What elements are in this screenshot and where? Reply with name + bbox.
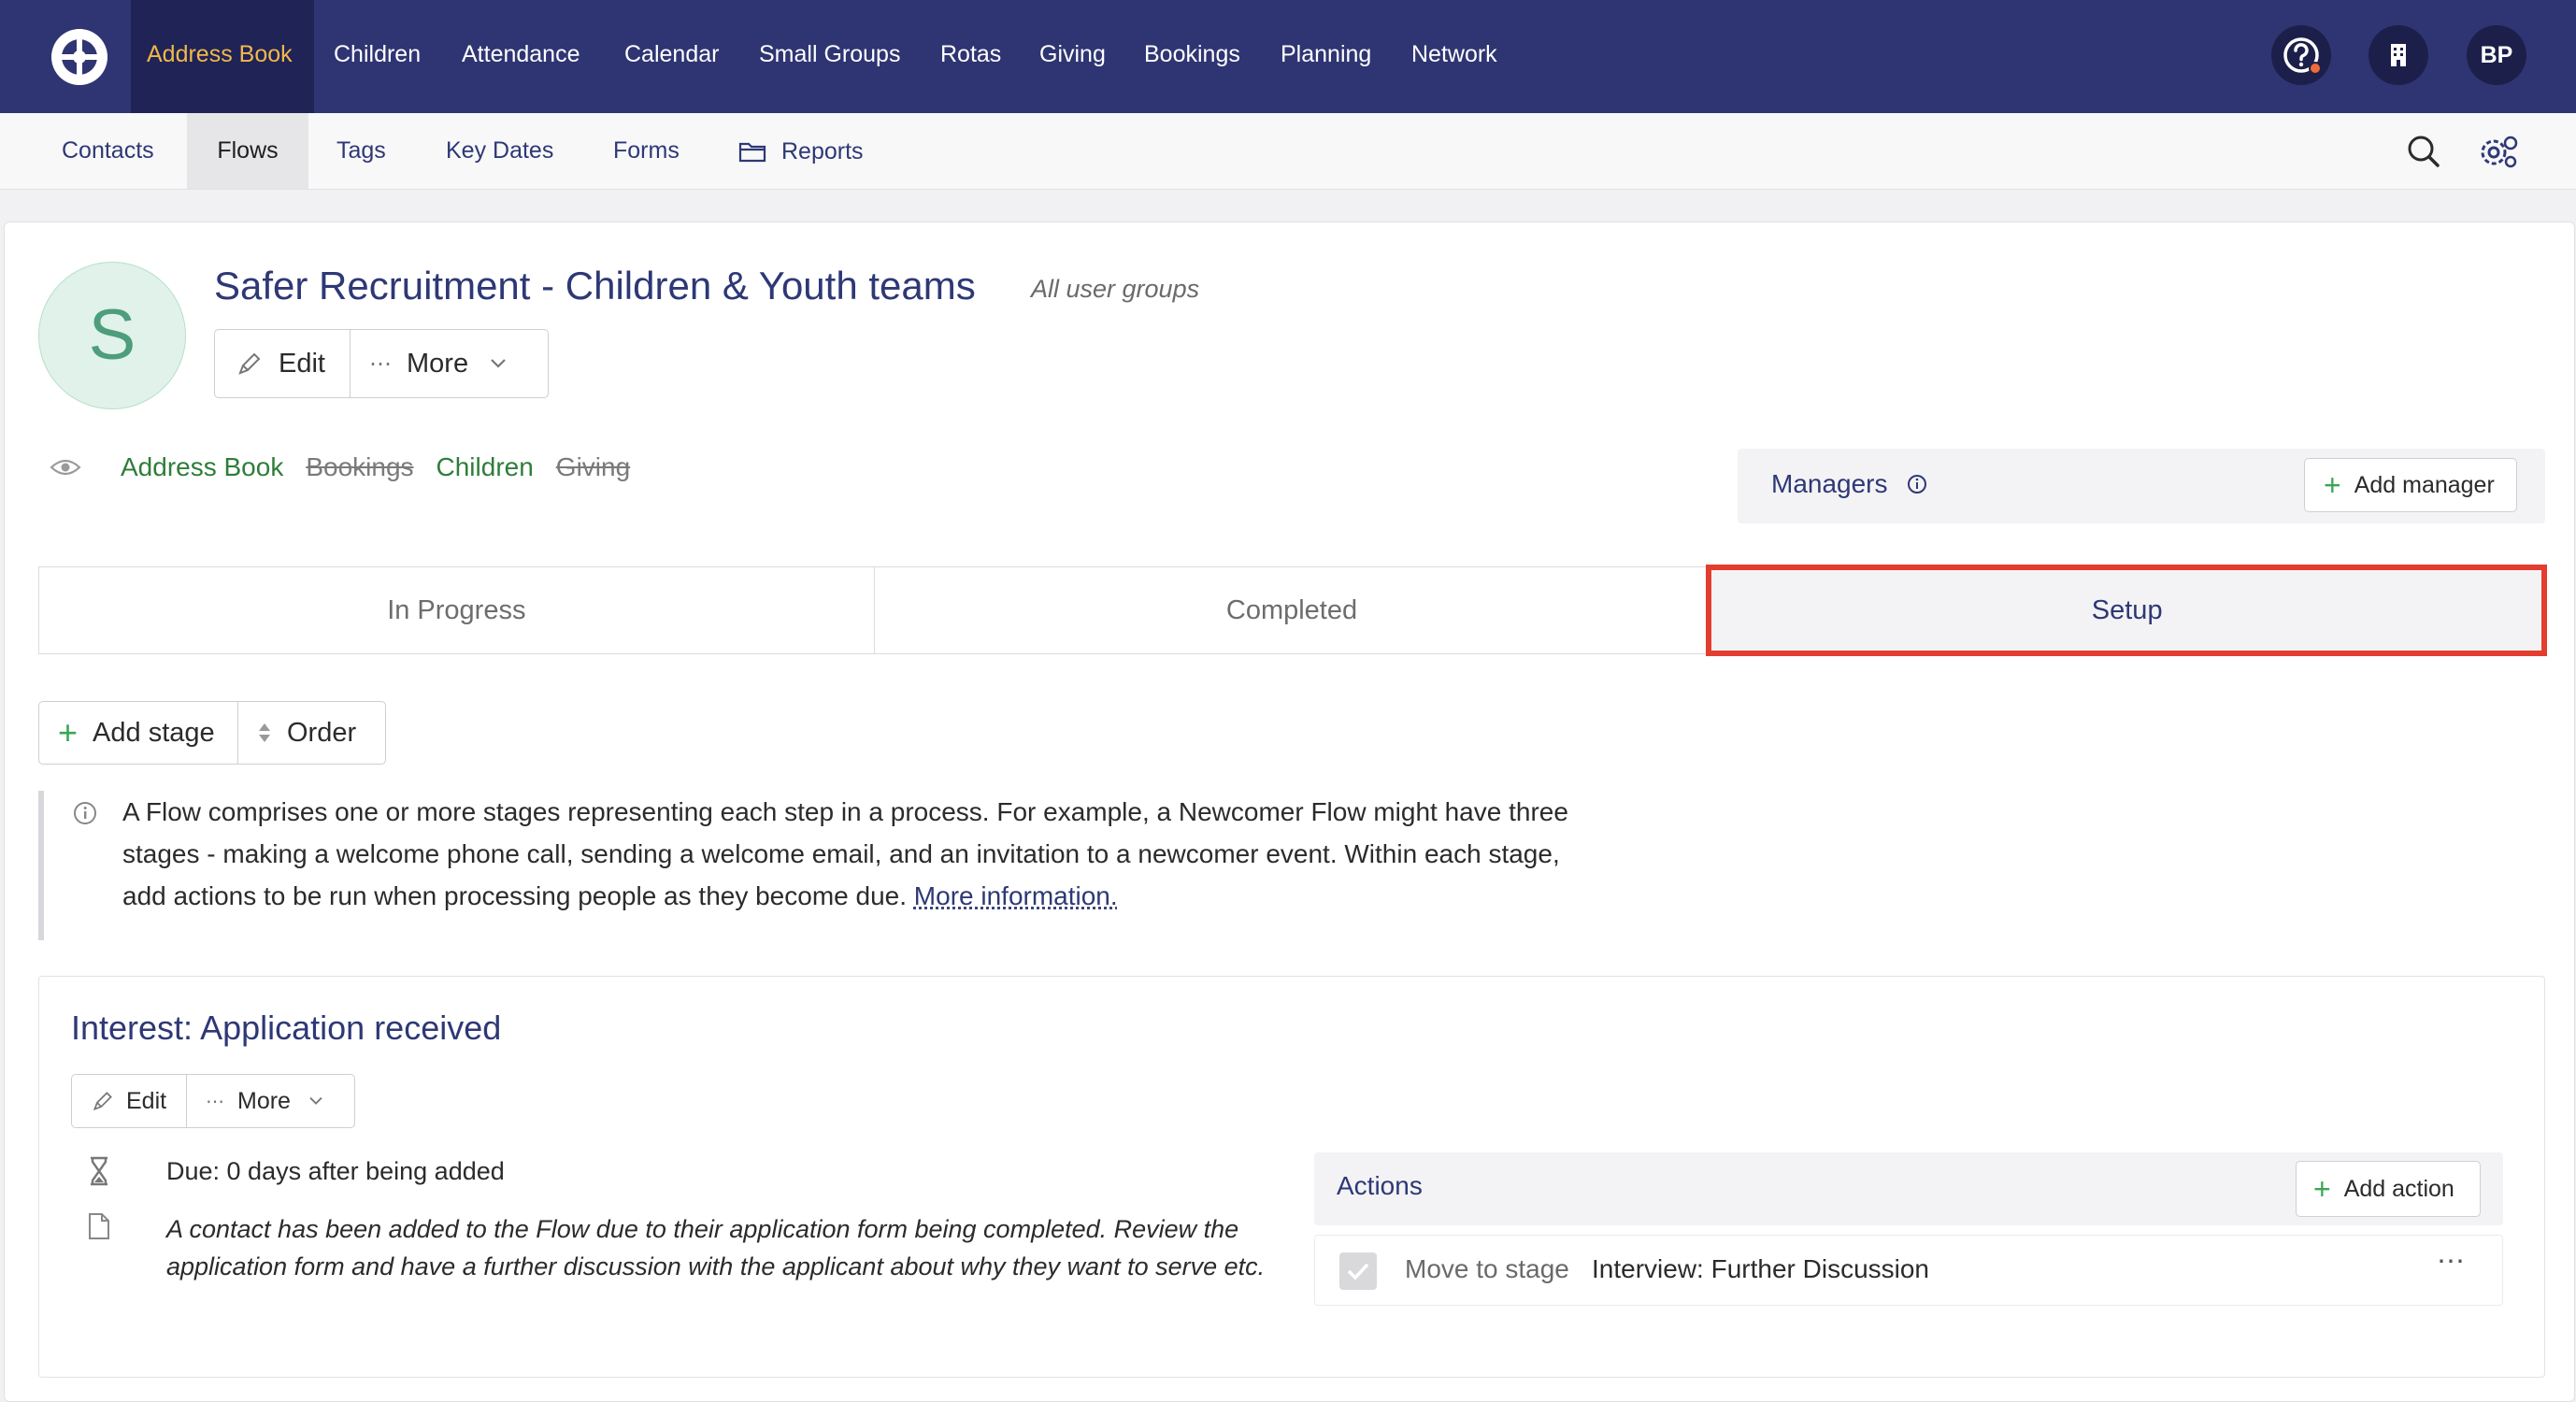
add-manager-button[interactable]: + Add manager xyxy=(2304,458,2517,512)
action-target: Interview: Further Discussion xyxy=(1592,1254,1930,1283)
building-icon xyxy=(2391,44,2406,66)
stage-description: A contact has been added to the Flow due… xyxy=(88,1210,1303,1285)
nav-rotas[interactable]: Rotas xyxy=(940,0,1001,113)
stage-title: Interest: Application received xyxy=(71,1009,502,1047)
page-title: Safer Recruitment - Children & Youth tea… xyxy=(214,264,976,308)
nav-giving[interactable]: Giving xyxy=(1039,0,1106,113)
tab-completed[interactable]: Completed xyxy=(873,567,1710,653)
nav-calendar[interactable]: Calendar xyxy=(624,0,719,113)
more-label: More xyxy=(407,348,469,379)
module-children: Children xyxy=(436,452,534,481)
nav-children[interactable]: Children xyxy=(334,0,421,113)
flow-actions-group: Edit ⋯ More xyxy=(214,329,549,398)
edit-stage-label: Edit xyxy=(126,1087,167,1114)
add-stage-button[interactable]: + Add stage xyxy=(39,702,237,764)
check-icon xyxy=(1339,1252,1377,1290)
module-visibility: Address Book Bookings Children Giving xyxy=(50,449,652,486)
nav-bookings[interactable]: Bookings xyxy=(1144,0,1240,113)
eye-icon xyxy=(50,459,81,476)
subnav-reports[interactable]: Reports xyxy=(738,113,864,189)
subnav-contacts[interactable]: Contacts xyxy=(62,113,154,189)
nav-planning[interactable]: Planning xyxy=(1281,0,1371,113)
pencil-icon xyxy=(238,352,261,375)
more-information-link[interactable]: More information. xyxy=(914,881,1118,910)
pencil-icon xyxy=(93,1092,112,1111)
user-avatar[interactable]: BP xyxy=(2467,25,2526,85)
ellipsis-icon: ⋯ xyxy=(369,350,392,377)
subnav-forms[interactable]: Forms xyxy=(613,113,680,189)
add-stage-label: Add stage xyxy=(93,717,215,748)
module-address-book: Address Book xyxy=(121,452,284,481)
subnav-reports-label: Reports xyxy=(781,137,864,165)
add-action-button[interactable]: + Add action xyxy=(2296,1161,2481,1217)
managers-label: Managers xyxy=(1771,469,1888,498)
info-icon[interactable] xyxy=(1906,473,1928,495)
action-menu-icon[interactable]: ⋯ xyxy=(2437,1245,2465,1278)
top-navigation: Address Book Children Attendance Calenda… xyxy=(0,0,2576,113)
due-text: Due: 0 days after being added xyxy=(166,1156,505,1185)
info-icon xyxy=(74,802,96,824)
add-manager-label: Add manager xyxy=(2354,471,2495,498)
sub-navigation: Contacts Flows Tags Key Dates Forms Repo… xyxy=(0,113,2576,190)
document-icon xyxy=(89,1213,109,1239)
sort-icon xyxy=(259,723,270,742)
hourglass-icon xyxy=(91,1156,107,1186)
plus-icon: + xyxy=(2324,468,2341,502)
settings-gear-icon[interactable] xyxy=(2477,130,2520,173)
flow-tabs: In Progress Completed Setup xyxy=(38,565,2548,656)
module-giving: Giving xyxy=(555,452,631,481)
more-flow-button[interactable]: ⋯ More xyxy=(350,330,548,397)
managers-panel: Managers + Add manager xyxy=(1738,449,2545,523)
info-callout: A Flow comprises one or more stages repr… xyxy=(38,791,1571,940)
more-stage-button[interactable]: ⋯ More xyxy=(186,1075,354,1127)
flow-scope: All user groups xyxy=(1031,275,1200,303)
more-stage-label: More xyxy=(237,1087,291,1114)
action-row: Move to stage Interview: Further Discuss… xyxy=(1314,1235,2503,1306)
actions-label: Actions xyxy=(1337,1171,1423,1200)
folder-icon xyxy=(738,142,766,162)
stage-due: Due: 0 days after being added xyxy=(88,1156,505,1186)
action-label: Move to stage xyxy=(1405,1254,1569,1283)
order-label: Order xyxy=(287,717,357,748)
plus-icon: + xyxy=(2313,1172,2331,1206)
flow-avatar: S xyxy=(38,262,186,409)
order-button[interactable]: Order xyxy=(237,702,385,764)
tab-in-progress[interactable]: In Progress xyxy=(39,567,874,653)
actions-panel: Actions + Add action xyxy=(1314,1152,2503,1225)
search-icon[interactable] xyxy=(2402,130,2445,173)
chevron-down-icon xyxy=(491,359,506,368)
stage-toolbar: + Add stage Order xyxy=(38,701,386,765)
module-bookings: Bookings xyxy=(306,452,414,481)
subnav-key-dates[interactable]: Key Dates xyxy=(446,113,553,189)
info-text: A Flow comprises one or more stages repr… xyxy=(122,797,1568,910)
ellipsis-icon: ⋯ xyxy=(206,1091,224,1112)
help-icon xyxy=(2283,37,2322,75)
add-action-label: Add action xyxy=(2343,1175,2454,1202)
organisation-button[interactable] xyxy=(2368,25,2428,85)
managers-heading: Managers xyxy=(1771,469,1928,499)
chevron-down-icon xyxy=(309,1096,322,1105)
plus-icon: + xyxy=(58,713,79,751)
subnav-tags[interactable]: Tags xyxy=(336,113,386,189)
app-logo-icon[interactable] xyxy=(49,26,110,88)
stage-card: Interest: Application received Edit ⋯ Mo… xyxy=(38,976,2545,1378)
flow-card: S Safer Recruitment - Children & Youth t… xyxy=(4,222,2575,1402)
nav-address-book[interactable]: Address Book xyxy=(131,0,314,113)
description-text: A contact has been added to the Flow due… xyxy=(166,1215,1266,1280)
edit-flow-button[interactable]: Edit xyxy=(215,330,350,397)
tab-setup[interactable]: Setup xyxy=(1706,565,2548,656)
stage-actions-group: Edit ⋯ More xyxy=(71,1074,355,1128)
nav-network[interactable]: Network xyxy=(1411,0,1497,113)
nav-small-groups[interactable]: Small Groups xyxy=(759,0,900,113)
help-button[interactable] xyxy=(2271,25,2331,85)
edit-stage-button[interactable]: Edit xyxy=(72,1075,186,1127)
edit-label: Edit xyxy=(279,348,325,379)
subnav-flows[interactable]: Flows xyxy=(187,113,308,189)
nav-attendance[interactable]: Attendance xyxy=(462,0,580,113)
